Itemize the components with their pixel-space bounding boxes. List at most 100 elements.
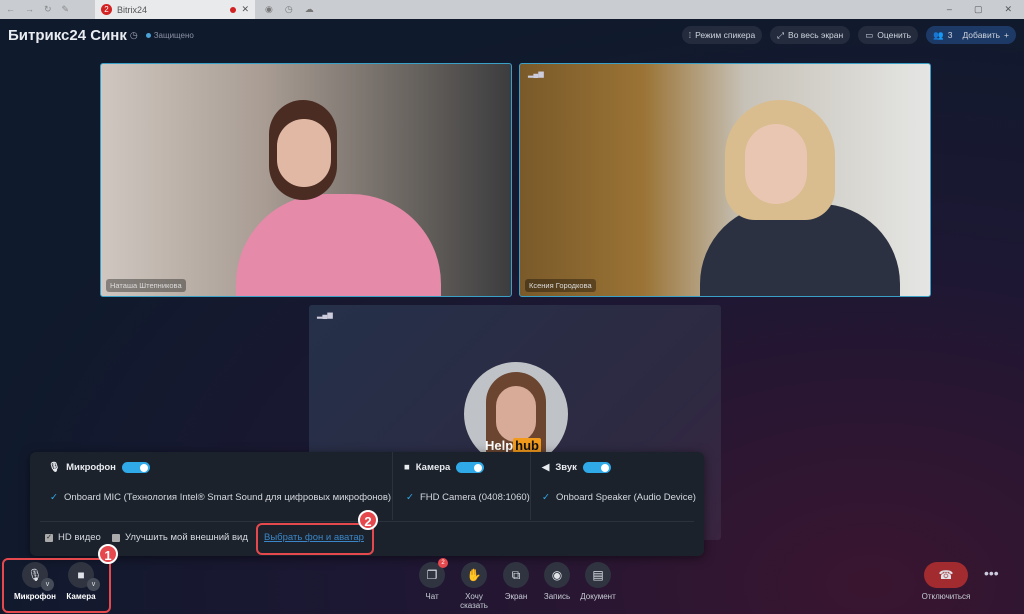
rate-icon: ▭: [865, 29, 874, 40]
button-label: Оценить: [877, 30, 912, 40]
hd-video-label: HD видео: [58, 532, 101, 543]
control-label: Документ: [580, 592, 616, 601]
speaker-mode-button[interactable]: ⁞ Режим спикера: [681, 26, 763, 44]
participant-video: [236, 194, 441, 296]
participant-name: Ксения Городкова: [525, 279, 596, 292]
screen-share-button[interactable]: ⧉ Экран: [496, 562, 536, 601]
divider: [392, 452, 393, 520]
chevron-down-icon[interactable]: v: [41, 578, 54, 591]
button-label: Во весь экран: [788, 30, 844, 40]
users-icon: 👥: [933, 29, 944, 40]
camera-button[interactable]: ■ v Камера: [61, 562, 101, 601]
minimize-icon[interactable]: –: [947, 4, 952, 15]
recording-icon: [230, 6, 237, 13]
call-header: Битрикс24 Синк ◷ Защищено ⁞ Режим спикера…: [0, 19, 1024, 51]
chat-icon: ❐: [426, 568, 438, 582]
secure-label: Защищено: [153, 30, 194, 40]
sound-toggle[interactable]: [582, 462, 611, 473]
tab-title: Bitrix24: [117, 4, 148, 15]
annotation-badge: 2: [358, 510, 378, 530]
control-label: Экран: [504, 592, 528, 601]
checkbox-checked-icon: ✓: [45, 533, 53, 542]
page-title: Битрикс24 Синк: [8, 26, 127, 44]
check-icon: ✓: [406, 492, 414, 503]
reload-icon[interactable]: ↻: [44, 4, 52, 15]
camera-device-label: FHD Camera (0408:1060): [419, 492, 530, 503]
tab-badge: 2: [101, 4, 112, 15]
history-icon[interactable]: ◷: [285, 4, 293, 15]
camera-icon: ■: [404, 462, 410, 473]
video-tile[interactable]: ▂▄▆ Ксения Городкова: [519, 63, 931, 297]
annotation-badge: 1: [98, 544, 118, 564]
button-label: Добавить: [962, 30, 1001, 40]
sound-device-label: Onboard Speaker (Audio Device): [555, 492, 696, 503]
extension-icon[interactable]: ◉: [265, 4, 273, 15]
camera-device-option[interactable]: ✓ FHD Camera (0408:1060): [406, 492, 530, 503]
forward-icon[interactable]: →: [25, 4, 34, 15]
control-label: Камера: [66, 592, 96, 601]
control-label: Хочу: [465, 592, 483, 601]
participants-count: 3: [947, 30, 953, 40]
info-icon[interactable]: ◷: [130, 30, 138, 41]
control-label: Микрофон: [14, 592, 56, 601]
chat-button[interactable]: ❐ 2 Чат: [412, 558, 452, 601]
improve-appearance-checkbox[interactable]: Улучшить мой внешний вид: [112, 532, 248, 543]
speaker-icon: ◀: [542, 462, 550, 473]
mic-device-label: Onboard MIC (Технология Intel® Smart Sou…: [63, 492, 392, 503]
rate-button[interactable]: ▭ Оценить: [858, 26, 919, 44]
chevron-down-icon[interactable]: v: [87, 578, 100, 591]
mic-device-option[interactable]: ✓ Onboard MIC (Технология Intel® Smart So…: [50, 492, 391, 503]
sound-device-option[interactable]: ✓ Onboard Speaker (Audio Device): [542, 492, 696, 503]
camera-section: ■ Камера: [404, 462, 485, 473]
back-icon[interactable]: ←: [6, 4, 15, 15]
fullscreen-icon: ⤢: [777, 29, 785, 40]
close-tab-icon[interactable]: ✕: [241, 4, 249, 15]
screen-share-icon: ⧉: [511, 567, 521, 582]
record-button[interactable]: ◉ Запись: [537, 562, 577, 601]
check-icon: ✓: [542, 492, 550, 503]
restore-icon[interactable]: ▢: [974, 4, 983, 15]
microphone-button[interactable]: 🎙 v Микрофон: [14, 562, 56, 601]
divider: [530, 452, 531, 520]
secure-status: Защищено: [145, 30, 194, 40]
add-participant-button[interactable]: 👥 3 Добавить +: [926, 26, 1016, 44]
participant-face: [277, 119, 331, 187]
shield-icon: [145, 32, 151, 38]
cloud-icon[interactable]: ☁: [305, 4, 314, 15]
control-label: Запись: [543, 592, 571, 601]
microphone-icon: 🎙: [27, 568, 43, 582]
camera-icon: ■: [77, 568, 85, 582]
hangup-button[interactable]: ☎ Отключиться: [922, 562, 970, 601]
call-stage: Битрикс24 Синк ◷ Защищено ⁞ Режим спикера…: [0, 19, 1024, 614]
mic-toggle[interactable]: [121, 462, 150, 473]
close-window-icon[interactable]: ✕: [1004, 4, 1012, 15]
control-label: Чат: [425, 592, 439, 601]
more-icon[interactable]: •••: [984, 565, 999, 581]
hand-icon: ✋: [466, 568, 482, 582]
hangup-icon: ☎: [938, 568, 954, 582]
camera-label: Камера: [415, 462, 451, 473]
control-label: сказать: [460, 601, 488, 610]
raise-hand-button[interactable]: ✋ Хочу сказать: [454, 562, 494, 610]
helphub-watermark-logo: Help hub: [485, 438, 541, 453]
annotation-highlight: [256, 523, 374, 555]
fullscreen-button[interactable]: ⤢ Во весь экран: [770, 26, 851, 44]
plus-icon: +: [1004, 30, 1009, 40]
signal-icon: ▂▄▆: [528, 71, 544, 78]
signal-icon: ▂▄▆: [317, 312, 333, 319]
document-button[interactable]: ▤ Документ: [578, 562, 618, 601]
edit-icon[interactable]: ✎: [62, 4, 70, 15]
participant-name: Наташа Штепникова: [106, 279, 186, 292]
document-icon: ▤: [592, 568, 604, 582]
check-icon: ✓: [50, 492, 58, 503]
record-icon: ◉: [551, 568, 563, 582]
microphone-icon: 🎙: [48, 462, 61, 473]
chat-badge: 2: [438, 558, 448, 568]
sound-label: Звук: [555, 462, 577, 473]
video-tile[interactable]: Наташа Штепникова: [100, 63, 512, 297]
sound-section: ◀ Звук: [542, 462, 611, 473]
hd-video-checkbox[interactable]: ✓ HD видео: [45, 532, 101, 543]
camera-toggle[interactable]: [456, 462, 485, 473]
browser-tab[interactable]: 2 Bitrix24 ✕: [95, 0, 255, 19]
mic-label: Микрофон: [66, 462, 116, 473]
